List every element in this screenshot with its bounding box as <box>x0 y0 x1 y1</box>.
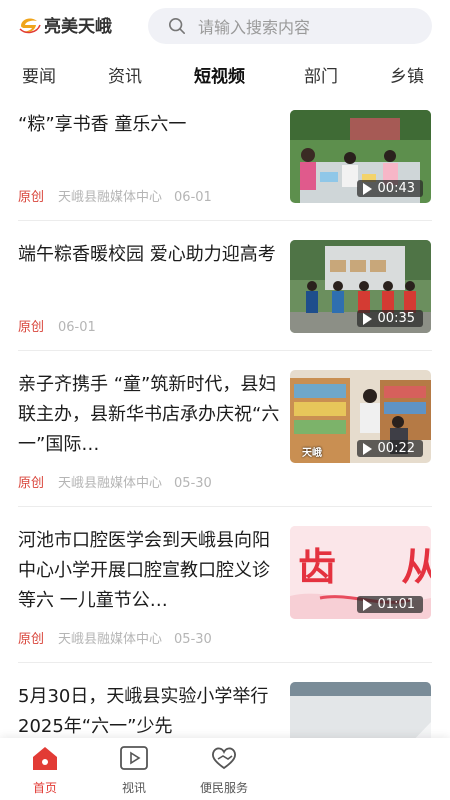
item-meta: 原创 06-01 <box>18 316 96 335</box>
play-icon <box>362 312 372 325</box>
nav-video[interactable]: 视讯 <box>99 744 169 796</box>
tab-short-video[interactable]: 短视频 <box>194 62 245 87</box>
original-tag: 原创 <box>18 190 45 205</box>
thumbnail-caption: 齿 从 <box>298 545 431 589</box>
item-date: 05-30 <box>174 632 212 647</box>
item-meta: 原创 天峨县融媒体中心 05-30 <box>18 472 212 491</box>
item-date: 05-30 <box>174 476 212 491</box>
item-title: “粽”享书香 童乐六一 <box>18 114 187 135</box>
nav-video-label: 视讯 <box>121 781 146 795</box>
duration-text: 00:35 <box>377 311 415 326</box>
top-header: 亮美天峨 请输入搜索内容 <box>0 0 450 54</box>
nav-service[interactable]: 便民服务 <box>189 744 259 796</box>
original-tag: 原创 <box>18 476 45 491</box>
heart-hand-icon <box>211 747 237 770</box>
logo-e-icon <box>19 18 41 33</box>
list-item[interactable]: 5月30日，天峨县实验小学举行2025年“六一”少先 <box>0 682 450 775</box>
nav-home-label: 首页 <box>32 781 57 795</box>
item-meta: 原创 天峨县融媒体中心 06-01 <box>18 186 212 205</box>
original-tag: 原创 <box>18 320 45 335</box>
play-icon <box>362 182 372 195</box>
list-item[interactable]: 端午粽香暖校园 爱心助力迎高考 原创 06-01 00:35 <box>0 240 450 350</box>
search-placeholder: 请输入搜索内容 <box>198 18 311 37</box>
item-title: 端午粽香暖校园 爱心助力迎高考 <box>18 244 276 265</box>
search-icon <box>168 17 186 35</box>
divider <box>18 662 432 663</box>
nav-service-label: 便民服务 <box>199 781 248 795</box>
item-source: 天峨县融媒体中心 <box>58 190 163 205</box>
list-item[interactable]: “粽”享书香 童乐六一 原创 天峨县融媒体中心 06-01 00:43 <box>0 110 450 220</box>
nav-home[interactable]: 首页 <box>10 744 80 796</box>
item-title: 亲子齐携手 “童”筑新时代，县妇联主办，县新华书店承办庆祝“六一”国际… <box>18 374 280 455</box>
thumbnail-caption: 天峨 <box>302 448 322 459</box>
divider <box>18 350 432 351</box>
item-date: 06-01 <box>58 320 96 335</box>
home-icon <box>33 747 57 770</box>
bottom-nav: 首页 视讯 便民服务 <box>0 738 450 800</box>
item-source: 天峨县融媒体中心 <box>58 632 163 647</box>
video-thumbnail[interactable]: 齿 从 01:01 <box>290 526 431 619</box>
item-source: 天峨县融媒体中心 <box>58 476 163 491</box>
divider <box>18 220 432 221</box>
logo-text: 亮美天峨 <box>44 17 112 37</box>
duration-badge: 01:01 <box>356 596 423 613</box>
original-tag: 原创 <box>18 632 45 647</box>
duration-badge: 00:22 <box>356 440 423 457</box>
play-icon <box>362 442 372 455</box>
tab-zixun[interactable]: 资讯 <box>108 62 142 87</box>
item-date: 06-01 <box>174 190 212 205</box>
video-icon <box>120 746 148 770</box>
play-icon <box>362 598 372 611</box>
duration-badge: 00:35 <box>356 310 423 327</box>
duration-text: 00:22 <box>377 441 415 456</box>
video-thumbnail[interactable]: 天峨 00:22 <box>290 370 431 463</box>
item-title: 河池市口腔医学会到天峨县向阳中心小学开展口腔宣教口腔义诊等六 一儿童节公… <box>18 530 270 611</box>
item-title: 5月30日，天峨县实验小学举行2025年“六一”少先 <box>18 686 269 737</box>
duration-text: 01:01 <box>377 597 415 612</box>
tab-xiangzhen[interactable]: 乡镇 <box>390 62 424 87</box>
video-thumbnail[interactable]: 00:43 <box>290 110 431 203</box>
video-thumbnail[interactable]: 00:35 <box>290 240 431 333</box>
item-meta: 原创 天峨县融媒体中心 05-30 <box>18 628 212 647</box>
tab-bumen[interactable]: 部门 <box>304 62 338 87</box>
list-item[interactable]: 河池市口腔医学会到天峨县向阳中心小学开展口腔宣教口腔义诊等六 一儿童节公… 原创… <box>0 526 450 662</box>
tab-yaowen[interactable]: 要闻 <box>22 62 56 87</box>
search-bar[interactable]: 请输入搜索内容 <box>148 8 432 44</box>
duration-badge: 00:43 <box>356 180 423 197</box>
divider <box>18 506 432 507</box>
list-item[interactable]: 亲子齐携手 “童”筑新时代，县妇联主办，县新华书店承办庆祝“六一”国际… 原创天… <box>0 370 450 506</box>
app-logo[interactable]: 亮美天峨 <box>18 12 112 37</box>
duration-text: 00:43 <box>377 181 415 196</box>
category-tabs: 要闻 资讯 短视频 部门 乡镇 <box>0 54 450 96</box>
